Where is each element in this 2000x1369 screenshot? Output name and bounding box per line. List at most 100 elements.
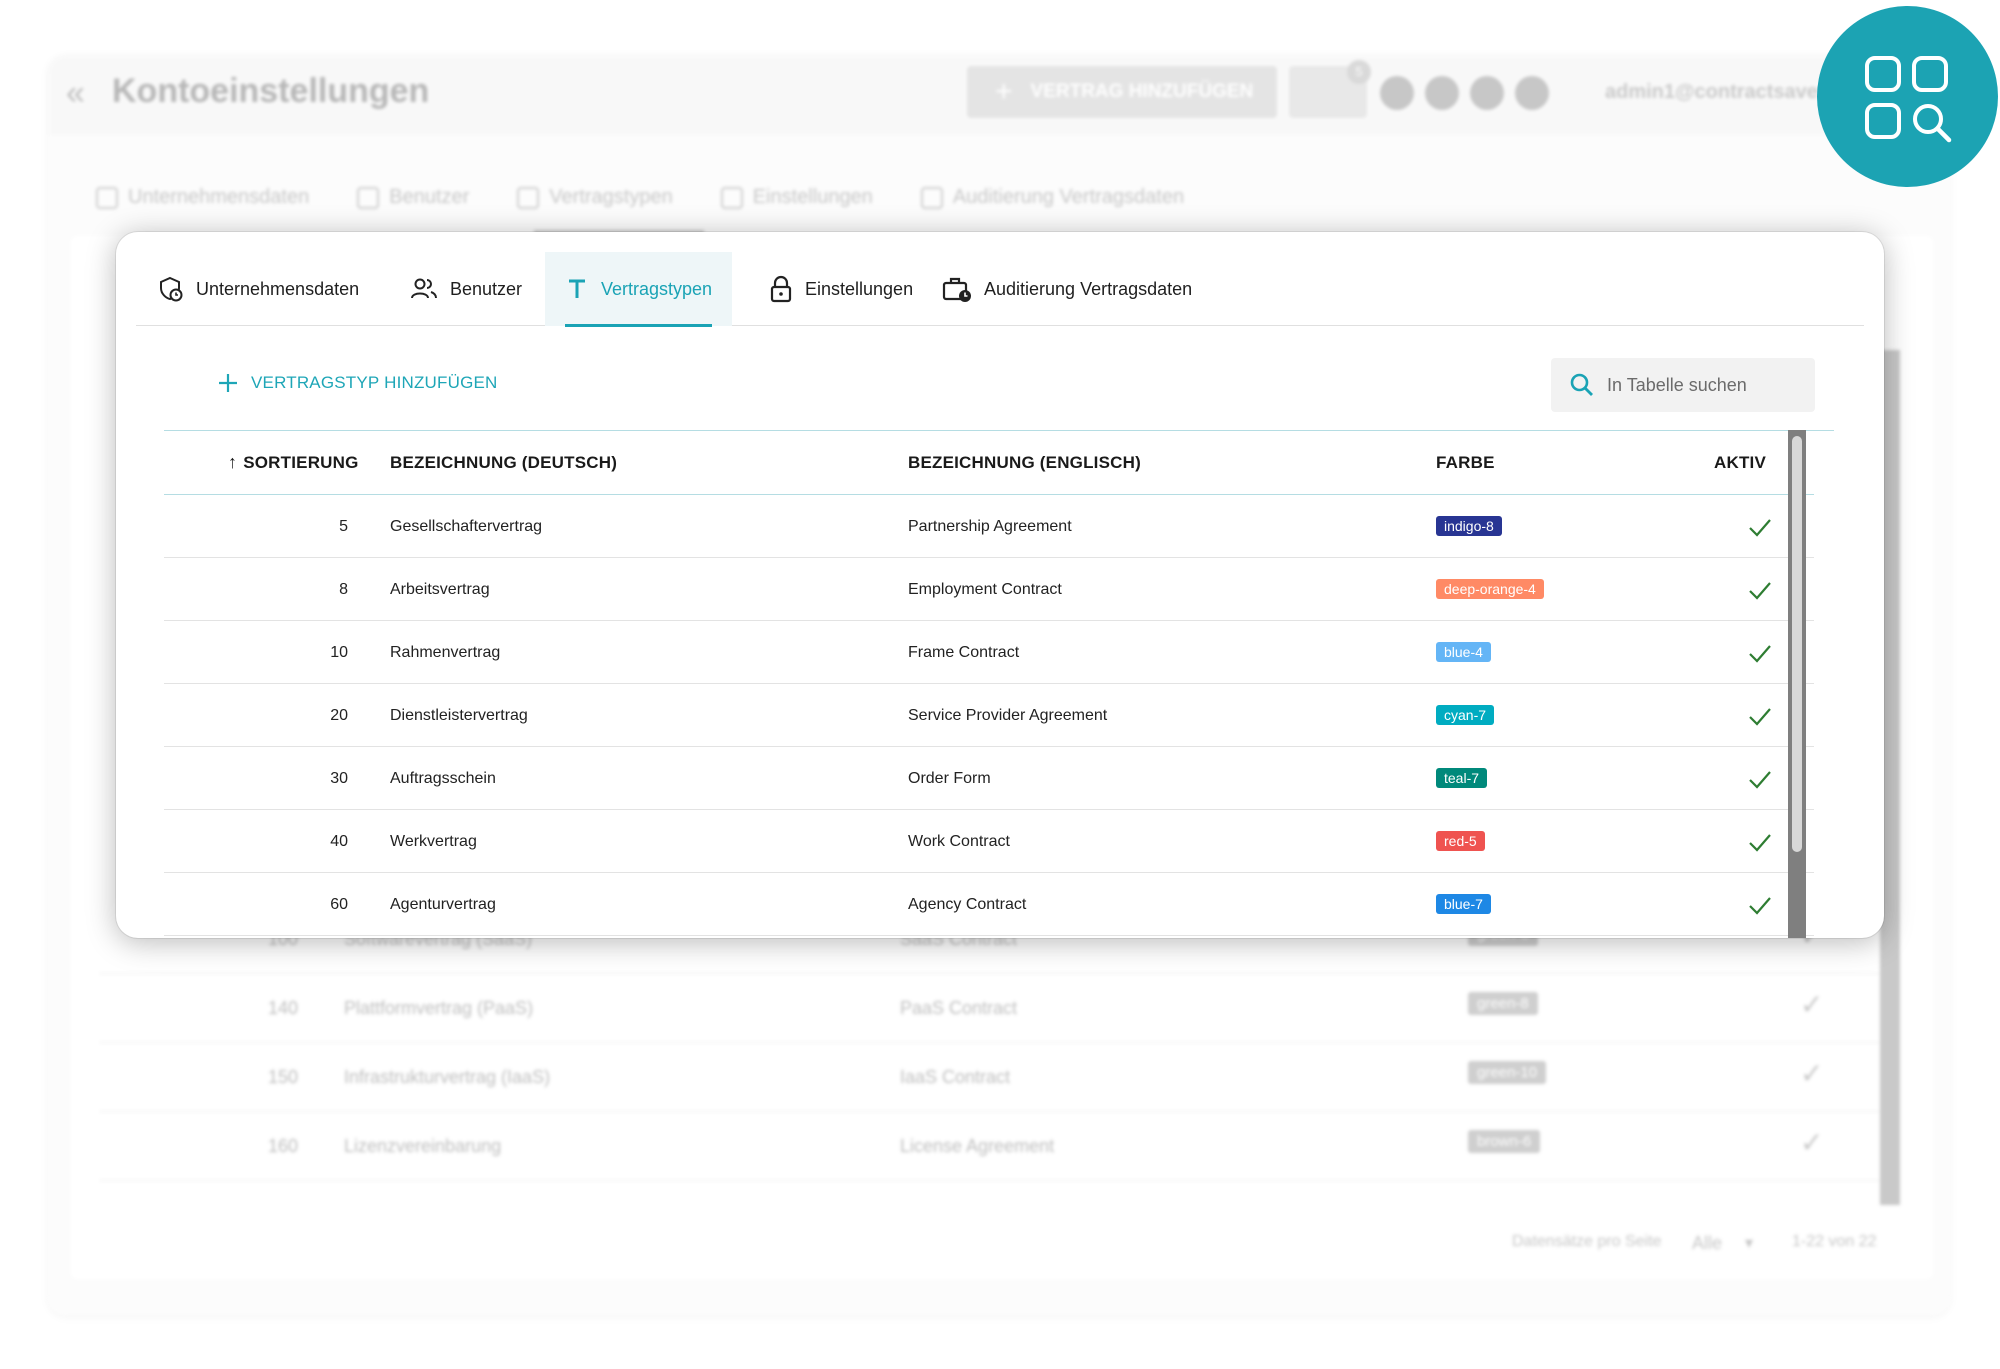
check-icon bbox=[1749, 708, 1771, 726]
check-icon bbox=[1749, 645, 1771, 663]
help-icon[interactable] bbox=[1470, 76, 1504, 110]
color-chip: indigo-8 bbox=[1436, 516, 1502, 536]
table-row[interactable]: 10 Rahmenvertrag Frame Contract blue-4 bbox=[164, 621, 1814, 684]
tab-bar: Unternehmensdaten Benutzer Vertragstypen bbox=[136, 252, 1864, 327]
rows-per-page-label: Datensätze pro Seite bbox=[1512, 1233, 1662, 1250]
table-row[interactable]: 150 Infrastrukturvertrag (IaaS) IaaS Con… bbox=[100, 1043, 1880, 1112]
name-de: Agenturvertrag bbox=[390, 896, 496, 913]
check-icon bbox=[1749, 771, 1771, 789]
language-icon[interactable] bbox=[1425, 76, 1459, 110]
sort-value: 5 bbox=[339, 518, 348, 535]
tab-label: Unternehmensdaten bbox=[196, 278, 360, 299]
name-de: Dienstleistervertrag bbox=[390, 707, 528, 724]
sort-value: 40 bbox=[330, 833, 348, 850]
table-row[interactable]: 40 Werkvertrag Work Contract red-5 bbox=[164, 810, 1814, 873]
name-en: Service Provider Agreement bbox=[908, 707, 1108, 724]
check-icon: ✓ bbox=[1800, 989, 1824, 1020]
users-icon bbox=[411, 278, 437, 299]
search-icon bbox=[1570, 373, 1593, 396]
screenshot-stage: « Kontoeinstellungen + VERTRAG HINZUFÜGE… bbox=[0, 0, 2000, 1369]
briefcase-clock-icon bbox=[942, 277, 971, 302]
check-icon bbox=[1749, 834, 1771, 852]
contract-types-panel: Unternehmensdaten Benutzer Vertragstypen bbox=[116, 232, 1884, 938]
bg-tab[interactable]: Einstellungen bbox=[720, 186, 873, 209]
collapse-menu-icon[interactable]: « bbox=[66, 74, 85, 113]
name-de: Auftragsschein bbox=[390, 770, 496, 787]
name-en: Work Contract bbox=[908, 833, 1010, 850]
column-active[interactable]: AKTIV bbox=[1714, 431, 1766, 494]
sort-value: 20 bbox=[330, 707, 348, 724]
table-search[interactable] bbox=[1551, 358, 1815, 412]
column-sort[interactable]: ↑ SORTIERUNG bbox=[228, 431, 359, 494]
color-chip: red-5 bbox=[1436, 831, 1485, 851]
name-de: Gesellschaftervertrag bbox=[390, 518, 543, 535]
bg-tab[interactable]: Benutzer bbox=[357, 186, 469, 209]
notification-badge: 5 bbox=[1347, 60, 1371, 84]
company-shield-icon bbox=[160, 276, 183, 302]
table-row[interactable]: 5 Gesellschaftervertrag Partnership Agre… bbox=[164, 495, 1814, 558]
check-icon bbox=[1749, 519, 1771, 537]
check-icon: ✓ bbox=[1800, 1127, 1824, 1158]
contract-types-table: ↑ SORTIERUNG BEZEICHNUNG (DEUTSCH) BEZEIC… bbox=[164, 430, 1834, 938]
add-contract-type-label: VERTRAGSTYP HINZUFÜGEN bbox=[251, 373, 498, 392]
user-email[interactable]: admin1@contractsavep bbox=[1605, 81, 1830, 104]
table-row[interactable]: 140 Plattformvertrag (PaaS) PaaS Contrac… bbox=[100, 974, 1880, 1043]
tab-settings[interactable]: Einstellungen bbox=[769, 252, 913, 326]
pagination-range: 1-22 von 22 bbox=[1792, 1233, 1877, 1250]
tab-contract-audit[interactable]: Auditierung Vertragsdaten bbox=[942, 252, 1192, 326]
tab-label: Auditierung Vertragsdaten bbox=[984, 278, 1193, 299]
sort-value: 30 bbox=[330, 770, 348, 787]
add-contract-type-button[interactable]: VERTRAGSTYP HINZUFÜGEN bbox=[217, 372, 498, 394]
sort-value: 8 bbox=[339, 581, 348, 598]
name-de: Werkvertrag bbox=[390, 833, 477, 850]
bg-tab[interactable]: Vertragstypen bbox=[517, 186, 673, 209]
lock-icon bbox=[770, 275, 792, 303]
bg-tab-bar: Unternehmensdaten Benutzer Vertragstypen… bbox=[96, 186, 1184, 209]
add-contract-button[interactable]: + VERTRAG HINZUFÜGEN bbox=[967, 66, 1277, 118]
bg-tab[interactable]: Auditierung Vertragsdaten bbox=[920, 186, 1184, 209]
column-name-en[interactable]: BEZEICHNUNG (ENGLISCH) bbox=[908, 431, 1141, 494]
contrast-icon[interactable] bbox=[1380, 76, 1414, 110]
table-row[interactable]: 8 Arbeitsvertrag Employment Contract dee… bbox=[164, 558, 1814, 621]
plus-icon: + bbox=[995, 75, 1013, 108]
tab-users[interactable]: Benutzer bbox=[410, 252, 522, 326]
name-en: Frame Contract bbox=[908, 644, 1020, 661]
tab-label: Einstellungen bbox=[805, 278, 914, 299]
color-chip: cyan-7 bbox=[1436, 705, 1495, 725]
name-en: Employment Contract bbox=[908, 581, 1062, 598]
text-type-icon bbox=[569, 279, 585, 298]
sort-value: 10 bbox=[330, 644, 348, 661]
name-en: Order Form bbox=[908, 770, 991, 787]
name-de: Arbeitsvertrag bbox=[390, 581, 490, 598]
check-icon: ✓ bbox=[1800, 1058, 1824, 1089]
bg-table: 100 Softwarevertrag (SaaS) SaaS Contract… bbox=[100, 905, 1880, 1181]
add-contract-label: VERTRAG HINZUFÜGEN bbox=[1030, 81, 1254, 102]
table-row[interactable]: 30 Auftragsschein Order Form teal-7 bbox=[164, 747, 1814, 810]
check-icon bbox=[1749, 897, 1771, 915]
tab-label: Benutzer bbox=[450, 278, 523, 299]
name-en: Partnership Agreement bbox=[908, 518, 1072, 535]
active-tab-indicator bbox=[565, 324, 713, 327]
column-color[interactable]: FARBE bbox=[1436, 431, 1495, 494]
table-header: ↑ SORTIERUNG BEZEICHNUNG (DEUTSCH) BEZEIC… bbox=[164, 431, 1814, 495]
name-en: Agency Contract bbox=[908, 896, 1027, 913]
tab-contract-types[interactable]: Vertragstypen bbox=[545, 252, 733, 327]
chevron-down-icon[interactable]: ▾ bbox=[1745, 1233, 1753, 1253]
column-name-de[interactable]: BEZEICHNUNG (DEUTSCH) bbox=[390, 431, 617, 494]
color-chip: deep-orange-4 bbox=[1436, 579, 1544, 599]
search-input[interactable] bbox=[1607, 374, 1807, 396]
bg-tab[interactable]: Unternehmensdaten bbox=[96, 186, 309, 209]
table-row[interactable]: 60 Agenturvertrag Agency Contract blue-7 bbox=[164, 873, 1814, 936]
app-logo bbox=[1817, 6, 1998, 187]
manual-icon[interactable] bbox=[1515, 76, 1549, 110]
grid-search-icon bbox=[1865, 56, 1952, 143]
scrollbar-thumb[interactable] bbox=[1792, 436, 1802, 852]
tab-label: Vertragstypen bbox=[601, 278, 713, 299]
sort-value: 60 bbox=[330, 896, 348, 913]
table-row[interactable]: 20 Dienstleistervertrag Service Provider… bbox=[164, 684, 1814, 747]
tab-company-data[interactable]: Unternehmensdaten bbox=[158, 252, 359, 326]
color-chip: blue-4 bbox=[1436, 642, 1491, 662]
page-title: Kontoeinstellungen bbox=[112, 72, 430, 110]
table-row[interactable]: 160 Lizenzvereinbarung License Agreement… bbox=[100, 1112, 1880, 1181]
rows-per-page-select[interactable]: Alle bbox=[1692, 1233, 1722, 1254]
